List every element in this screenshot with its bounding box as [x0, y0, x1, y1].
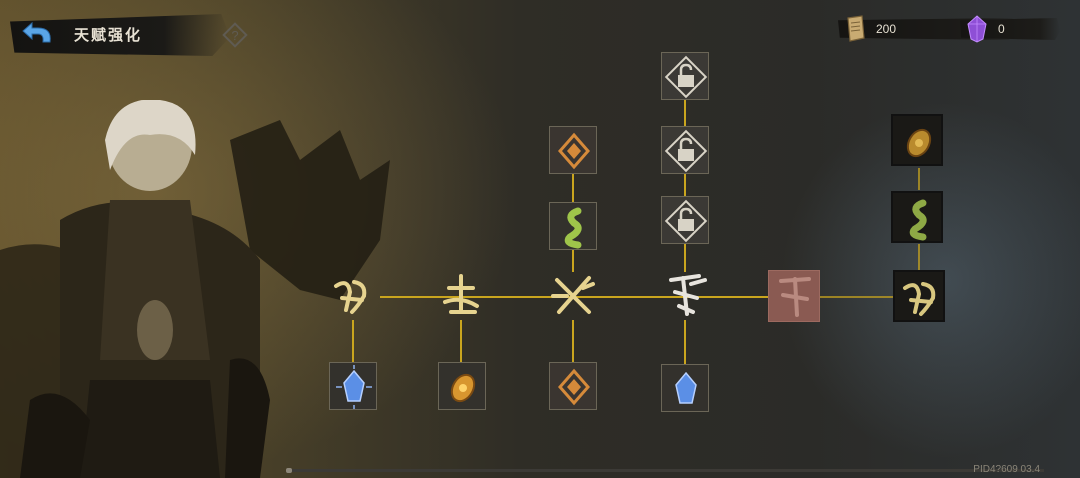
talent-node-main-3[interactable]	[549, 272, 597, 320]
horizontal-scrollbar[interactable]	[286, 468, 1044, 473]
back-button[interactable]	[20, 20, 56, 50]
orange-ornament-icon	[558, 132, 590, 170]
talent-node-above-3-a[interactable]	[549, 202, 597, 250]
orange-gem-icon	[450, 373, 476, 403]
pid-label: PID4?609 03.4	[973, 464, 1040, 475]
talent-node-main-2[interactable]	[437, 272, 485, 320]
purple-crystal-icon	[967, 15, 987, 43]
talent-node-above-4-b[interactable]	[661, 126, 709, 174]
green-serpent-icon	[909, 199, 927, 241]
talent-node-main-4[interactable]	[661, 272, 709, 320]
talent-link	[572, 320, 574, 364]
unlock-icon	[664, 199, 708, 243]
orange-ornament-icon	[558, 368, 590, 406]
green-serpent-icon	[564, 207, 582, 249]
talent-link	[918, 168, 920, 190]
talent-node-above-4-c[interactable]	[661, 52, 709, 100]
blue-gem-icon	[336, 365, 372, 409]
talent-node-below-3[interactable]	[549, 362, 597, 410]
unlock-icon	[664, 55, 708, 99]
crystal-count: 0	[998, 22, 1005, 36]
talent-link	[684, 320, 686, 366]
gold-rune-icon	[334, 280, 367, 314]
talent-node-below-2[interactable]	[438, 362, 486, 410]
help-button[interactable]: ?	[222, 22, 248, 48]
talent-node-above-6-b[interactable]	[891, 114, 943, 166]
gold-rune-icon	[903, 282, 936, 316]
talent-node-above-6-a[interactable]	[891, 191, 943, 243]
talent-node-main-5-locked[interactable]	[768, 270, 820, 322]
talent-link	[820, 296, 894, 298]
orange-gem-icon	[906, 128, 932, 158]
talent-node-main-6[interactable]	[893, 270, 945, 322]
question-mark-icon: ?	[222, 22, 248, 48]
talent-link	[572, 172, 574, 204]
talent-link	[684, 242, 686, 272]
scroll-icon	[847, 15, 865, 42]
talent-node-above-3-b[interactable]	[549, 126, 597, 174]
talent-link	[572, 250, 574, 272]
talent-link	[684, 172, 686, 196]
unlock-icon	[664, 129, 708, 173]
talent-node-main-1[interactable]	[328, 272, 376, 320]
gold-rune-icon	[443, 274, 479, 314]
back-arrow-icon	[22, 21, 51, 43]
gold-rune-icon	[551, 276, 595, 314]
talent-link	[918, 244, 920, 270]
talent-node-below-1[interactable]	[329, 362, 377, 410]
svg-text:?: ?	[231, 28, 238, 43]
silver-rune-icon	[669, 274, 707, 316]
talent-link	[352, 320, 354, 364]
red-rune-icon	[779, 277, 811, 317]
scroll-count: 200	[876, 22, 897, 36]
talent-node-above-4-a[interactable]	[661, 196, 709, 244]
talent-node-below-4[interactable]	[661, 364, 709, 412]
header-bar: 天赋强化 ? 200 0	[0, 0, 1080, 70]
scrollbar-thumb[interactable]	[286, 468, 292, 473]
resource-crystal: 0	[960, 14, 1060, 44]
blue-gem-icon	[675, 371, 697, 404]
page-title: 天赋强化	[74, 27, 143, 44]
talent-link	[460, 320, 462, 364]
talent-link	[684, 98, 686, 126]
